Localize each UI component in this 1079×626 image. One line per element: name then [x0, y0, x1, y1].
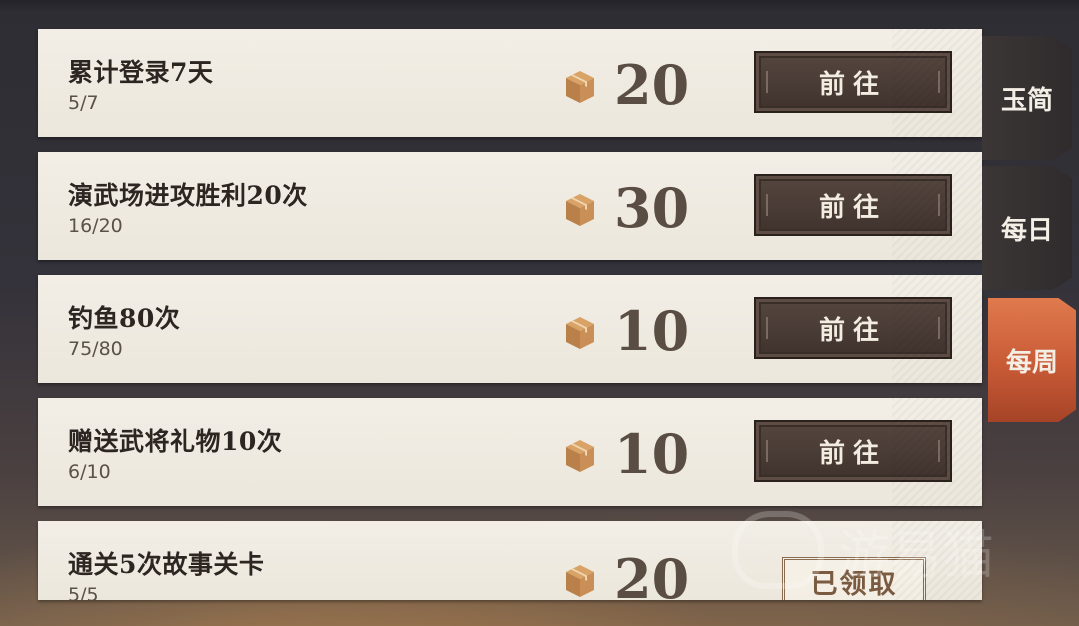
task-progress: 75/80: [68, 338, 123, 360]
task-title: 演武场进攻胜利20次: [68, 181, 308, 210]
task-title: 通关5次故事关卡: [68, 550, 265, 579]
gift-box-icon: [566, 440, 594, 472]
tab-yujian[interactable]: 玉简: [982, 36, 1072, 160]
go-button-label: 前往: [818, 438, 887, 469]
task-row: 钓鱼80次 75/80 10 前往: [38, 275, 982, 383]
task-title: 累计登录7天: [68, 58, 214, 87]
claimed-badge: 已领取: [782, 557, 926, 600]
go-button[interactable]: 前往: [754, 174, 952, 236]
reward-amount: 20: [614, 547, 690, 600]
button-ornament: [766, 194, 768, 216]
button-ornament: [938, 71, 940, 93]
task-progress: 6/10: [68, 461, 111, 483]
reward-amount: 30: [614, 176, 690, 240]
task-progress: 5/5: [68, 584, 99, 600]
button-ornament: [938, 194, 940, 216]
task-title: 钓鱼80次: [68, 304, 181, 333]
button-ornament: [766, 317, 768, 339]
task-row: 通关5次故事关卡 5/5 20 已领取: [38, 521, 982, 600]
reward-amount: 20: [614, 53, 690, 117]
top-edge: [0, 0, 1079, 12]
tab-weekly[interactable]: 每周: [988, 298, 1076, 422]
button-ornament: [938, 440, 940, 462]
task-progress: 16/20: [68, 215, 123, 237]
tab-label: 玉简: [1000, 85, 1053, 116]
button-ornament: [766, 440, 768, 462]
gift-box-icon: [566, 317, 594, 349]
reward-amount: 10: [614, 422, 690, 486]
tab-label: 每日: [1000, 215, 1053, 246]
button-ornament: [766, 71, 768, 93]
go-button-label: 前往: [818, 69, 887, 100]
go-button[interactable]: 前往: [754, 420, 952, 482]
tab-label: 每周: [1005, 347, 1058, 378]
gift-box-icon: [566, 194, 594, 226]
task-row: 演武场进攻胜利20次 16/20 30 前往: [38, 152, 982, 260]
tab-daily[interactable]: 每日: [982, 166, 1072, 290]
button-ornament: [938, 317, 940, 339]
task-row: 赠送武将礼物10次 6/10 10 前往: [38, 398, 982, 506]
go-button[interactable]: 前往: [754, 297, 952, 359]
task-progress: 5/7: [68, 92, 99, 114]
reward-amount: 10: [614, 299, 690, 363]
gift-box-icon: [566, 565, 594, 597]
go-button-label: 前往: [818, 315, 887, 346]
go-button-label: 前往: [818, 192, 887, 223]
task-row: 累计登录7天 5/7 20 前往: [38, 29, 982, 137]
task-title: 赠送武将礼物10次: [68, 427, 283, 456]
gift-box-icon: [566, 71, 594, 103]
go-button[interactable]: 前往: [754, 51, 952, 113]
